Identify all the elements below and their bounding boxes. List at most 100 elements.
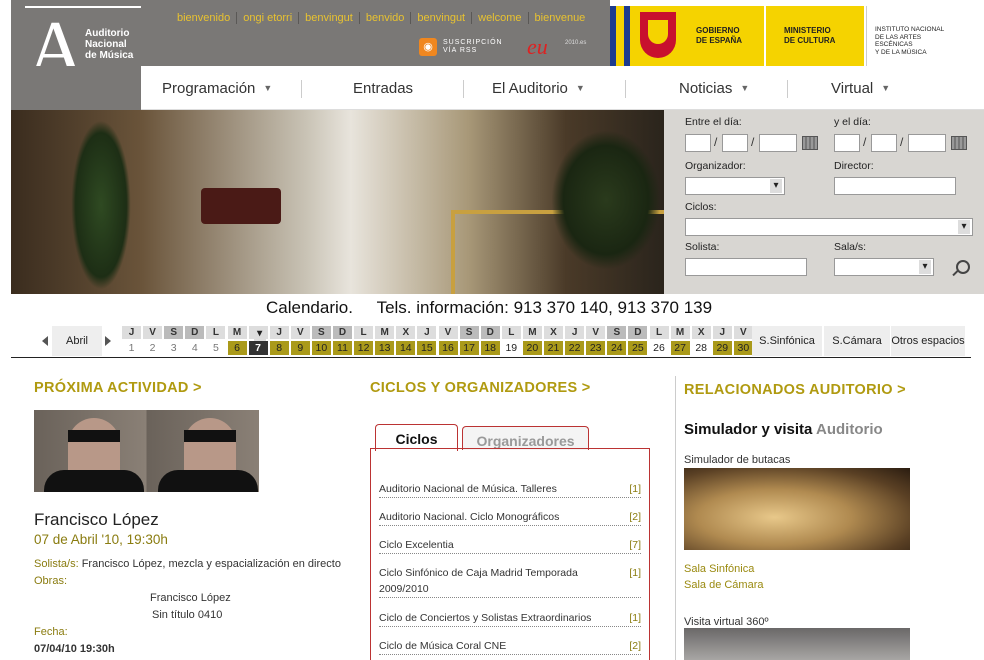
- event-photo[interactable]: [34, 410, 259, 492]
- calendar-day[interactable]: X 21: [544, 326, 563, 356]
- calendar-day[interactable]: V9: [290, 326, 310, 356]
- list-item[interactable]: Ciclo Excelentia [7]: [379, 537, 641, 554]
- calendar-day[interactable]: S3: [164, 326, 184, 356]
- day-number[interactable]: 15: [417, 341, 437, 355]
- lang-link[interactable]: benvido: [358, 12, 411, 24]
- sala-sinfonica-link[interactable]: Sala Sinfónica: [684, 563, 754, 575]
- lang-link[interactable]: benvingut: [298, 12, 359, 24]
- calendar-day[interactable]: M 27: [670, 326, 690, 356]
- calendar-icon[interactable]: [951, 136, 967, 150]
- list-item[interactable]: Ciclo de Música Coral CNE [2]: [379, 638, 641, 655]
- day-number[interactable]: 3: [164, 341, 183, 355]
- day-number[interactable]: 21: [544, 341, 563, 355]
- from-day-input[interactable]: [685, 134, 711, 152]
- day-number[interactable]: 19: [502, 341, 521, 355]
- event-title[interactable]: Francisco López: [34, 510, 159, 530]
- calendar-day[interactable]: D 25: [628, 326, 648, 356]
- relacionados-heading[interactable]: RELACIONADOS AUDITORIO >: [684, 382, 906, 398]
- day-number[interactable]: 7: [248, 341, 268, 355]
- calendar-day[interactable]: S 10: [311, 326, 331, 356]
- calendar-day[interactable]: X 14: [396, 326, 416, 356]
- calendar-day[interactable]: J8: [269, 326, 289, 356]
- day-number[interactable]: 30: [733, 341, 753, 355]
- director-input[interactable]: [834, 177, 956, 195]
- calendar-day[interactable]: J 22: [565, 326, 585, 356]
- ciclos-heading[interactable]: CICLOS Y ORGANIZADORES >: [370, 380, 591, 396]
- sala-camara-link[interactable]: S.Cámara: [824, 326, 890, 356]
- calendar-day[interactable]: L5: [206, 326, 226, 356]
- calendar-day[interactable]: L 12: [354, 326, 374, 356]
- lang-link[interactable]: ongi etorri: [236, 12, 298, 24]
- nav-virtual[interactable]: Virtual ▼: [831, 80, 890, 97]
- day-number[interactable]: 14: [396, 341, 416, 355]
- calendar-day[interactable]: V2: [143, 326, 163, 356]
- simulador-image[interactable]: [684, 468, 910, 550]
- rss-link[interactable]: ◉ SUSCRIPCIÓN VÍA RSS: [419, 38, 503, 56]
- day-number[interactable]: 8: [269, 341, 289, 355]
- calendar-day[interactable]: J 29: [712, 326, 732, 356]
- calendar-day[interactable]: S 24: [607, 326, 627, 356]
- day-number[interactable]: 26: [650, 341, 669, 355]
- from-month-input[interactable]: [722, 134, 748, 152]
- lang-link[interactable]: welcome: [471, 12, 527, 24]
- visita-virtual-image[interactable]: [684, 628, 910, 660]
- day-number[interactable]: 10: [311, 341, 331, 355]
- day-number[interactable]: 13: [375, 341, 395, 355]
- day-number[interactable]: 25: [628, 341, 648, 355]
- to-month-input[interactable]: [871, 134, 897, 152]
- lang-link[interactable]: bienvenido: [171, 12, 236, 24]
- list-item[interactable]: Ciclo Sinfónico de Caja Madrid Temporada…: [379, 565, 641, 598]
- calendar-day[interactable]: M 13: [375, 326, 395, 356]
- inaem-logo[interactable]: INSTITUTO NACIONAL DE LAS ARTES ESCÉNICAS Y…: [866, 6, 984, 66]
- sala-camara-link[interactable]: Sala de Cámara: [684, 579, 764, 591]
- nav-programacion[interactable]: Programación ▼: [162, 80, 272, 97]
- gobierno-logo[interactable]: GOBIERNO DE ESPAÑA: [630, 6, 764, 66]
- calendar-day[interactable]: M6: [227, 326, 247, 356]
- day-number[interactable]: 6: [227, 341, 247, 355]
- day-number[interactable]: 28: [692, 341, 711, 355]
- ciclos-select[interactable]: [685, 218, 973, 236]
- day-number[interactable]: 11: [333, 341, 352, 355]
- calendar-day[interactable]: V 23: [586, 326, 606, 356]
- list-item[interactable]: Ciclo de Conciertos y Solistas Extraordi…: [379, 610, 641, 627]
- calendar-day[interactable]: X 28: [691, 326, 711, 356]
- tab-organizadores[interactable]: Organizadores: [462, 426, 589, 450]
- calendar-day[interactable]: V 16: [438, 326, 458, 356]
- calendar-day[interactable]: J 15: [417, 326, 437, 356]
- organizador-select[interactable]: [685, 177, 785, 195]
- lang-link[interactable]: bienvenue: [527, 12, 592, 24]
- ministerio-logo[interactable]: MINISTERIO DE CULTURA: [766, 6, 864, 66]
- nav-noticias[interactable]: Noticias ▼: [679, 80, 749, 97]
- salas-select[interactable]: [834, 258, 934, 276]
- list-item[interactable]: Auditorio Nacional. Ciclo Monográficos [2…: [379, 509, 641, 526]
- day-number[interactable]: 20: [522, 341, 542, 355]
- day-number[interactable]: 29: [712, 341, 732, 355]
- sala-sinfonica-link[interactable]: S.Sinfónica: [752, 326, 822, 356]
- calendar-day[interactable]: L 19: [501, 326, 521, 356]
- calendar-day[interactable]: D 11: [333, 326, 352, 356]
- day-number[interactable]: 22: [565, 341, 585, 355]
- solista-input[interactable]: [685, 258, 807, 276]
- nav-el-auditorio[interactable]: El Auditorio ▼: [492, 80, 585, 97]
- calendar-day[interactable]: J1: [122, 326, 141, 356]
- to-year-input[interactable]: [908, 134, 946, 152]
- calendar-day[interactable]: M 20: [522, 326, 542, 356]
- day-number[interactable]: 9: [290, 341, 310, 355]
- list-item[interactable]: Auditorio Nacional de Música. Talleres [1…: [379, 481, 641, 498]
- from-year-input[interactable]: [759, 134, 797, 152]
- day-number[interactable]: 18: [480, 341, 500, 355]
- to-day-input[interactable]: [834, 134, 860, 152]
- day-number[interactable]: 23: [586, 341, 606, 355]
- day-number[interactable]: 4: [185, 341, 204, 355]
- calendar-day[interactable]: D4: [185, 326, 205, 356]
- calendar-day[interactable]: S 17: [459, 326, 479, 356]
- search-icon[interactable]: [956, 260, 970, 274]
- day-number[interactable]: 5: [206, 341, 225, 355]
- nav-entradas[interactable]: Entradas: [353, 80, 413, 97]
- day-number[interactable]: 24: [607, 341, 627, 355]
- day-number[interactable]: 17: [459, 341, 479, 355]
- day-number[interactable]: 27: [670, 341, 690, 355]
- prev-month-icon[interactable]: [42, 336, 48, 346]
- lang-link[interactable]: benvingut: [410, 12, 471, 24]
- day-number[interactable]: 12: [354, 341, 374, 355]
